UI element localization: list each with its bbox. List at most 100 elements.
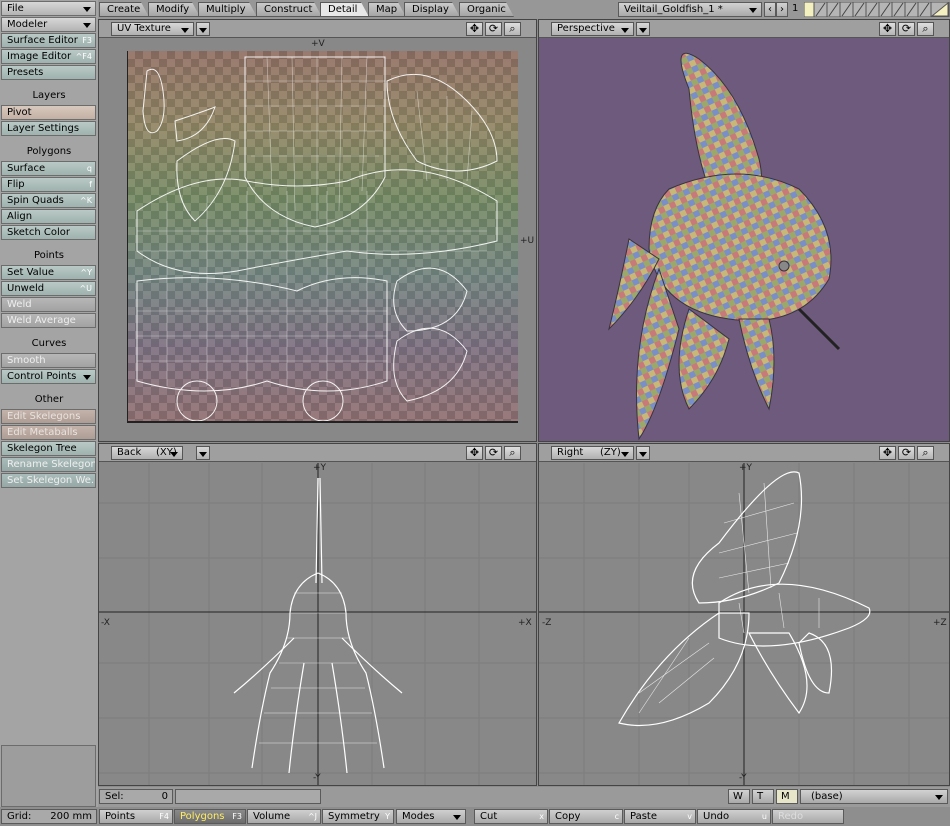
chevron-down-icon: [453, 815, 461, 820]
layer-slots: [803, 1, 950, 18]
tab-display[interactable]: Display: [404, 2, 460, 17]
move-view-icon[interactable]: ✥: [879, 446, 896, 460]
control-points-menu[interactable]: Control Points: [1, 369, 96, 384]
rotate-view-icon[interactable]: ⟳: [898, 22, 915, 36]
file-menu[interactable]: File: [1, 1, 96, 16]
chevron-right-icon: ›: [780, 4, 784, 15]
points-heading: Points: [33, 250, 65, 261]
prev-object-button[interactable]: ‹: [764, 2, 776, 17]
view-options-dropdown[interactable]: [196, 446, 210, 460]
layer-settings-button[interactable]: Layer Settings: [1, 121, 96, 136]
spin-quads-button[interactable]: Spin Quads ^K: [1, 193, 96, 208]
symmetry-toggle[interactable]: Symmetry Y: [322, 809, 394, 824]
texture-toggle[interactable]: T: [752, 789, 774, 804]
paste-button[interactable]: Paste v: [624, 809, 696, 824]
surface-button[interactable]: Surface q: [1, 161, 96, 176]
rename-skelegon-button[interactable]: Rename Skelegon: [1, 457, 96, 472]
copy-button[interactable]: Copy c: [549, 809, 623, 824]
shortcut-label: q: [86, 164, 92, 173]
modes-dropdown[interactable]: Modes: [396, 809, 466, 824]
tab-create[interactable]: Create: [99, 2, 149, 17]
layer-bank[interactable]: [803, 1, 950, 18]
object-selector[interactable]: Veiltail_Goldfish_1 *: [618, 2, 762, 17]
tab-organic[interactable]: Organic: [459, 2, 514, 17]
move-view-icon[interactable]: ✥: [879, 22, 896, 36]
weld-average-button[interactable]: Weld Average: [1, 313, 96, 328]
chevron-down-icon: [621, 452, 629, 457]
tab-detail[interactable]: Detail: [320, 2, 369, 17]
set-value-button[interactable]: Set Value ^Y: [1, 265, 96, 280]
shortcut-label: c: [614, 812, 619, 821]
zoom-view-icon[interactable]: ⌕: [504, 22, 521, 36]
right-viewport[interactable]: Right (ZY) ✥ ⟳ ⌕ +Y -Y -Z +Z: [538, 443, 950, 786]
view-options-dropdown[interactable]: [636, 22, 650, 36]
material-toggle[interactable]: M: [776, 789, 798, 804]
perspective-viewport[interactable]: Perspective ✥ ⟳ ⌕: [538, 19, 950, 442]
edit-metaballs-button[interactable]: Edit Metaballs: [1, 425, 96, 440]
grid-size: Grid: 200 mm: [1, 809, 97, 824]
view-mode-dropdown[interactable]: Perspective: [551, 22, 634, 36]
shortcut-label: F3: [82, 36, 92, 45]
pivot-button[interactable]: Pivot: [1, 105, 96, 120]
axis-label-bottom: -Y: [739, 773, 747, 783]
smooth-button[interactable]: Smooth: [1, 353, 96, 368]
chevron-down-icon: [199, 452, 207, 457]
view-options-dropdown[interactable]: [636, 446, 650, 460]
next-object-button[interactable]: ›: [776, 2, 788, 17]
chevron-down-icon: [935, 795, 943, 800]
right-view-canvas: [539, 463, 949, 785]
rotate-view-icon[interactable]: ⟳: [485, 22, 502, 36]
back-viewport[interactable]: Back (XY) ✥ ⟳ ⌕ +Y -Y -X +X: [98, 443, 537, 786]
flip-button[interactable]: Flip f: [1, 177, 96, 192]
wireframe-toggle[interactable]: W: [728, 789, 750, 804]
rotate-view-icon[interactable]: ⟳: [898, 446, 915, 460]
numeric-panel: [1, 745, 96, 807]
shortcut-label: ^F4: [75, 52, 92, 61]
shortcut-label: F3: [232, 812, 242, 821]
points-mode-button[interactable]: Points F4: [99, 809, 173, 824]
unweld-button[interactable]: Unweld ^U: [1, 281, 96, 296]
view-mode-dropdown[interactable]: Right (ZY): [551, 446, 634, 460]
redo-button[interactable]: Redo: [772, 809, 844, 824]
chevron-left-icon: ‹: [768, 4, 772, 15]
set-skelegon-weight-button[interactable]: Set Skelegon We...: [1, 473, 96, 488]
presets-button[interactable]: Presets: [1, 65, 96, 80]
move-view-icon[interactable]: ✥: [466, 22, 483, 36]
view-options-dropdown[interactable]: [196, 22, 210, 36]
align-button[interactable]: Align: [1, 209, 96, 224]
chevron-down-icon: [83, 7, 91, 12]
tab-modify[interactable]: Modify: [148, 2, 200, 17]
sketch-color-button[interactable]: Sketch Color: [1, 225, 96, 240]
tab-construct[interactable]: Construct: [256, 2, 322, 17]
viewport-header: UV Texture ✥ ⟳ ⌕: [99, 20, 536, 38]
shortcut-label: v: [687, 812, 692, 821]
curves-heading: Curves: [31, 338, 67, 349]
back-view-canvas: [99, 463, 536, 785]
view-mode-dropdown[interactable]: Back (XY): [111, 446, 183, 460]
rotate-view-icon[interactable]: ⟳: [485, 446, 502, 460]
chevron-down-icon: [83, 23, 91, 28]
polygons-mode-button[interactable]: Polygons F3: [174, 809, 246, 824]
tab-multiply[interactable]: Multiply: [198, 2, 257, 17]
shortcut-label: ^U: [79, 284, 92, 293]
uv-map-canvas: [127, 51, 518, 423]
cut-button[interactable]: Cut x: [474, 809, 548, 824]
modeler-menu[interactable]: Modeler: [1, 17, 96, 32]
volume-mode-button[interactable]: Volume ^J: [247, 809, 321, 824]
image-editor-button[interactable]: Image Editor ^F4: [1, 49, 96, 64]
uv-texture-viewport[interactable]: UV Texture ✥ ⟳ ⌕ +V +U: [98, 19, 537, 442]
axis-label-bottom: -Y: [313, 773, 321, 783]
zoom-view-icon[interactable]: ⌕: [917, 22, 934, 36]
view-mode-dropdown[interactable]: UV Texture: [111, 22, 194, 36]
skelegon-tree-button[interactable]: Skelegon Tree: [1, 441, 96, 456]
zoom-view-icon[interactable]: ⌕: [504, 446, 521, 460]
surface-editor-button[interactable]: Surface Editor F3: [1, 33, 96, 48]
undo-button[interactable]: Undo u: [697, 809, 771, 824]
surface-dropdown[interactable]: (base): [800, 789, 948, 804]
shortcut-label: f: [89, 180, 92, 189]
weld-button[interactable]: Weld: [1, 297, 96, 312]
move-view-icon[interactable]: ✥: [466, 446, 483, 460]
viewport-header: Right (ZY) ✥ ⟳ ⌕: [539, 444, 949, 462]
zoom-view-icon[interactable]: ⌕: [917, 446, 934, 460]
edit-skelegons-button[interactable]: Edit Skelegons: [1, 409, 96, 424]
